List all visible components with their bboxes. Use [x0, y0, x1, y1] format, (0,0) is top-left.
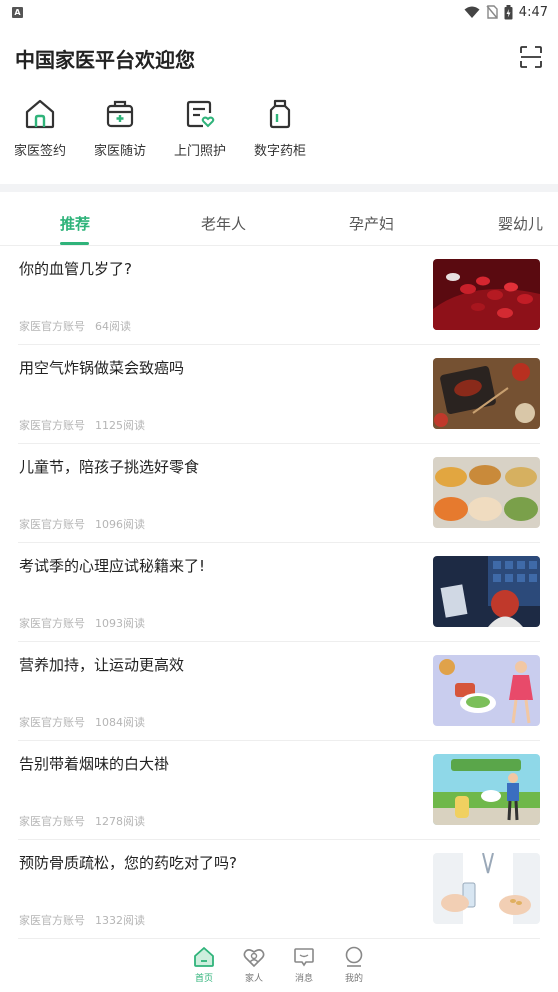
article-meta: 家医官方账号 1093阅读: [19, 615, 145, 631]
profile-icon: [345, 946, 363, 967]
list-item[interactable]: 预防骨质疏松，您的药吃对了吗? 家医官方账号 1332阅读: [18, 840, 540, 939]
article-source: 家医官方账号: [19, 716, 85, 729]
article-list: 你的血管几岁了? 家医官方账号 64阅读 用空气炸锅做菜会致癌吗 家医官方账号: [0, 246, 558, 939]
list-item[interactable]: 儿童节，陪孩子挑选好零食 家医官方账号 1096阅读: [18, 444, 540, 543]
bottom-nav: 首页 家人 消息 我的: [0, 940, 558, 992]
house-icon: [25, 99, 55, 129]
quick-action-digital-pharmacy[interactable]: 数字药柜: [240, 96, 320, 159]
nav-home[interactable]: 首页: [179, 940, 229, 992]
article-reads: 1332阅读: [95, 914, 145, 927]
message-icon: [294, 948, 314, 967]
article-title: 预防骨质疏松，您的药吃对了吗?: [19, 854, 237, 872]
article-reads: 1096阅读: [95, 518, 145, 531]
article-title: 你的血管几岁了?: [19, 260, 132, 278]
article-source: 家医官方账号: [19, 419, 85, 432]
quick-action-label: 家医签约: [13, 144, 66, 159]
tab-recommended[interactable]: 推荐: [60, 213, 90, 234]
nav-label: 首页: [194, 974, 213, 984]
student-study-image: [433, 556, 540, 627]
quick-actions: 家医签约 家医随访 上门照护 数字药柜: [0, 96, 320, 159]
medical-kit-icon: [106, 100, 134, 128]
quick-action-label: 数字药柜: [253, 144, 306, 159]
app-a-icon: A: [12, 6, 23, 18]
status-bar: A 4:47: [0, 0, 558, 24]
article-title: 考试季的心理应试秘籍来了!: [19, 557, 206, 575]
article-source: 家医官方账号: [19, 815, 85, 828]
nav-label: 消息: [294, 974, 313, 984]
blood-cells-image: [433, 259, 540, 330]
tab-elderly[interactable]: 老年人: [201, 213, 246, 234]
quick-action-family-doctor-sign[interactable]: 家医签约: [0, 96, 80, 159]
article-reads: 1125阅读: [95, 419, 145, 432]
quick-action-family-doctor-followup[interactable]: 家医随访: [80, 96, 160, 159]
scan-icon[interactable]: [520, 46, 542, 68]
article-title: 营养加持，让运动更高效: [19, 656, 185, 674]
article-reads: 1278阅读: [95, 815, 145, 828]
article-meta: 家医官方账号 1084阅读: [19, 714, 145, 730]
article-title: 儿童节，陪孩子挑选好零食: [19, 458, 200, 476]
grill-food-image: [433, 358, 540, 429]
article-source: 家医官方账号: [19, 518, 85, 531]
doctor-pills-image: [433, 853, 540, 924]
family-icon: [243, 949, 265, 968]
article-meta: 家医官方账号 1278阅读: [19, 813, 145, 829]
section-divider: [0, 184, 558, 192]
quick-action-label: 家医随访: [93, 144, 146, 159]
header: 中国家医平台欢迎您 家医签约 家医随访 上门照护 数字药柜: [0, 24, 558, 189]
quick-action-label: 上门照护: [173, 144, 226, 159]
no-smoking-image: [433, 754, 540, 825]
list-item[interactable]: 营养加持，让运动更高效 家医官方账号 1084阅读: [18, 642, 540, 741]
quick-action-home-care[interactable]: 上门照护: [160, 96, 240, 159]
article-reads: 1084阅读: [95, 716, 145, 729]
care-card-icon: [186, 100, 215, 128]
snacks-image: [433, 457, 540, 528]
article-source: 家医官方账号: [19, 617, 85, 630]
list-item[interactable]: 用空气炸锅做菜会致癌吗 家医官方账号 1125阅读: [18, 345, 540, 444]
wifi-icon: [464, 6, 480, 18]
article-meta: 家医官方账号 1125阅读: [19, 417, 145, 433]
article-source: 家医官方账号: [19, 914, 85, 927]
home-icon: [194, 947, 214, 967]
category-tabs: 推荐 老年人 孕产妇 婴幼儿: [0, 200, 558, 246]
article-reads: 64阅读: [95, 320, 131, 333]
nav-messages[interactable]: 消息: [279, 940, 329, 992]
nav-family[interactable]: 家人: [229, 940, 279, 992]
article-meta: 家医官方账号 64阅读: [19, 318, 131, 334]
article-reads: 1093阅读: [95, 617, 145, 630]
article-title: 用空气炸锅做菜会致癌吗: [19, 359, 185, 377]
nav-profile[interactable]: 我的: [329, 940, 379, 992]
article-meta: 家医官方账号 1332阅读: [19, 912, 145, 928]
nav-label: 家人: [244, 974, 263, 984]
medicine-bottle-icon: [269, 99, 291, 129]
tab-infant[interactable]: 婴幼儿: [498, 213, 543, 234]
list-item[interactable]: 你的血管几岁了? 家医官方账号 64阅读: [18, 246, 540, 345]
nutrition-sport-image: [433, 655, 540, 726]
article-source: 家医官方账号: [19, 320, 85, 333]
article-meta: 家医官方账号 1096阅读: [19, 516, 145, 532]
no-sim-icon: [486, 5, 498, 19]
tab-maternal[interactable]: 孕产妇: [349, 213, 394, 234]
active-tab-indicator: [60, 242, 89, 245]
battery-icon: [504, 4, 513, 19]
article-title: 告别带着烟味的白大褂: [19, 755, 170, 773]
nav-label: 我的: [344, 974, 363, 984]
list-item[interactable]: 考试季的心理应试秘籍来了! 家医官方账号 1093阅读: [18, 543, 540, 642]
page-title: 中国家医平台欢迎您: [15, 48, 195, 72]
status-time: 4:47: [518, 4, 548, 20]
list-item[interactable]: 告别带着烟味的白大褂 家医官方账号 1278阅读: [18, 741, 540, 840]
